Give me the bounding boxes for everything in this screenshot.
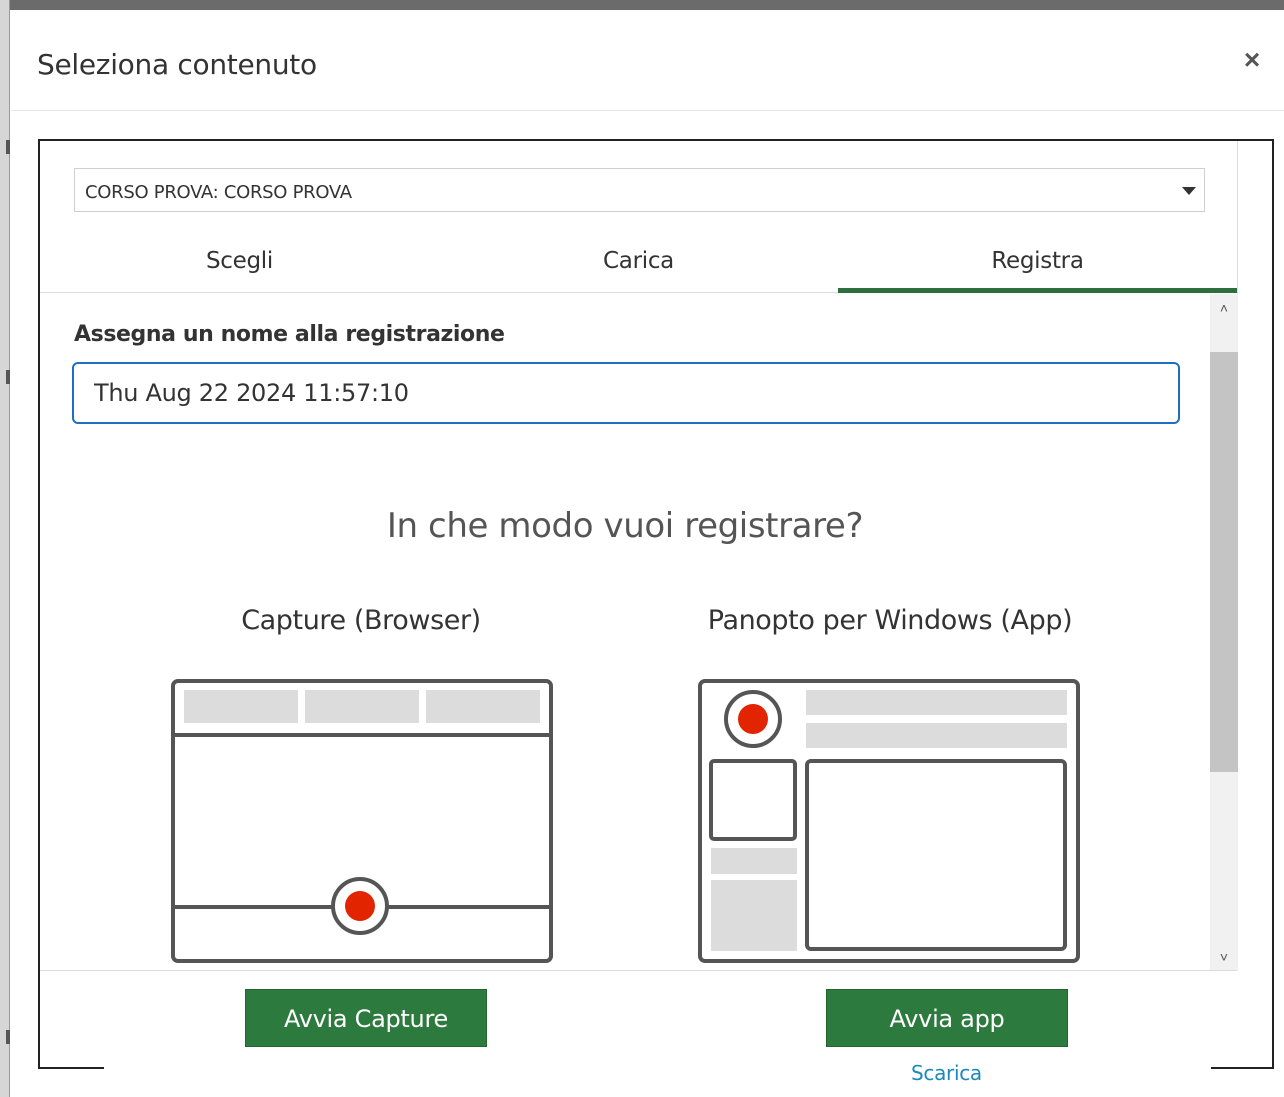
dialog-title: Seleziona contenuto	[37, 48, 317, 81]
chevron-up-icon[interactable]: ˄	[1210, 294, 1238, 322]
scrollbar-thumb[interactable]	[1210, 352, 1238, 772]
background-window-left-edge	[0, 0, 10, 1097]
background-window-edge	[0, 0, 1284, 10]
folder-select-value: CORSO PROVA: CORSO PROVA	[85, 182, 352, 203]
folder-select[interactable]: CORSO PROVA: CORSO PROVA	[74, 168, 1205, 212]
tab-bar: Scegli Carica Registra	[40, 241, 1238, 293]
tab-carica[interactable]: Carica	[439, 241, 838, 293]
panopto-panel: CORSO PROVA: CORSO PROVA Scegli Carica R…	[40, 141, 1238, 971]
start-app-button[interactable]: Avvia app	[826, 989, 1068, 1047]
download-app-link[interactable]: Scarica	[911, 1061, 982, 1085]
app-option-title: Panopto per Windows (App)	[707, 605, 1073, 636]
background-tick	[6, 370, 10, 384]
dialog-header: Seleziona contenuto ×	[11, 10, 1284, 111]
chevron-down-icon	[1182, 187, 1196, 195]
recording-method-question: In che modo vuoi registrare?	[386, 506, 864, 546]
content-footer-divider	[40, 970, 1237, 971]
recording-name-input[interactable]	[72, 362, 1180, 424]
close-button[interactable]: ×	[1238, 46, 1266, 74]
page: Seleziona contenuto × CORSO PROVA: CORSO…	[0, 0, 1284, 1097]
recording-name-label: Assegna un nome alla registrazione	[74, 322, 505, 347]
chevron-down-icon[interactable]: ˅	[1210, 943, 1238, 971]
tab-registra[interactable]: Registra	[838, 241, 1237, 293]
browser-recording-illustration-icon[interactable]	[170, 678, 554, 966]
background-tick	[6, 140, 10, 154]
background-tick	[6, 1030, 10, 1044]
start-capture-button[interactable]: Avvia Capture	[245, 989, 487, 1047]
content-scrollbar[interactable]: ˄ ˅	[1210, 294, 1238, 971]
capture-option-title: Capture (Browser)	[241, 605, 481, 636]
tab-scegli[interactable]: Scegli	[40, 241, 439, 293]
frame-bottom-left-edge	[38, 1067, 104, 1069]
record-tab-content: Assegna un nome alla registrazione In ch…	[40, 294, 1238, 971]
windows-app-recording-illustration-icon[interactable]	[697, 678, 1081, 966]
frame-bottom-right-edge	[1211, 1067, 1274, 1069]
